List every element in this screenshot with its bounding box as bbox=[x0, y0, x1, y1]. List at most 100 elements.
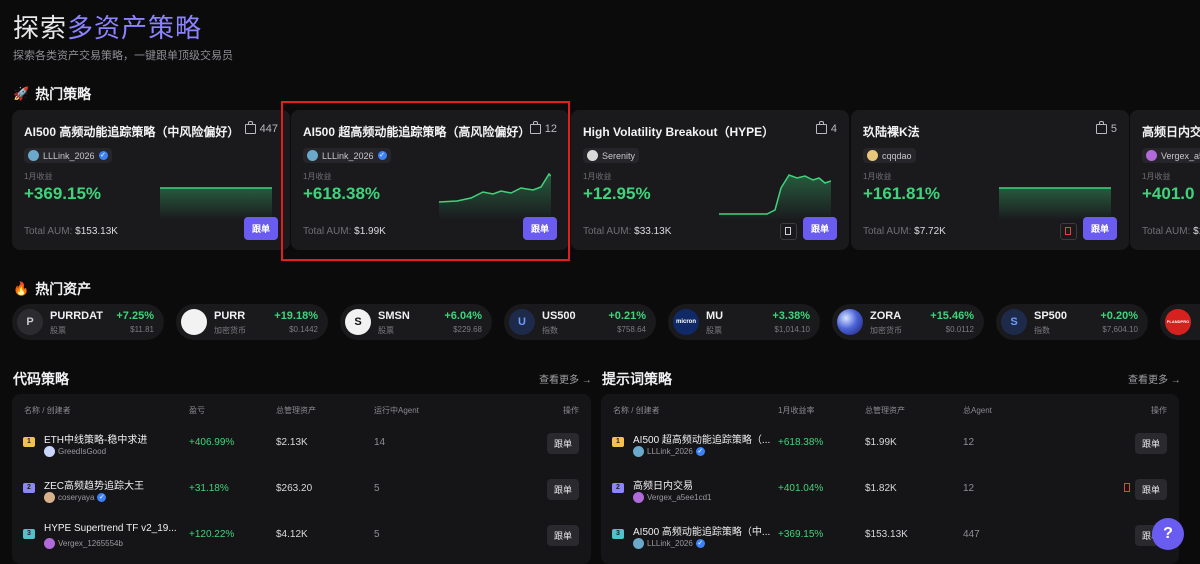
bag-icon bbox=[1095, 121, 1107, 134]
asset-type: 加密货币 bbox=[214, 326, 246, 335]
column-header[interactable]: 总管理资产 bbox=[276, 405, 316, 416]
creator-chip[interactable]: LLLink_2026 ✓ bbox=[24, 148, 112, 163]
follow-button[interactable]: 跟单 bbox=[546, 433, 579, 454]
strategy-card[interactable]: 玖陆裸K法 5 cqqdao 1月收益 +161.81% Total AUM: … bbox=[851, 110, 1129, 250]
aum-value: $4.12K bbox=[276, 529, 308, 540]
aum-label: Total AUM: bbox=[863, 226, 912, 237]
column-header[interactable]: 总管理资产 bbox=[865, 405, 905, 416]
agent-count: 5 bbox=[374, 529, 380, 540]
column-header[interactable]: 1月收益率 bbox=[778, 405, 814, 416]
asset-chip[interactable]: S SP500 指数 +0.20% $7,604.10 bbox=[996, 304, 1148, 340]
prompt-strategies-table: 名称 / 创建者 1月收益率 总管理资产 总Agent 操作 1 AI500 超… bbox=[601, 394, 1179, 564]
bookmark-button[interactable] bbox=[780, 223, 797, 240]
agent-count: 447 bbox=[963, 529, 980, 540]
strategy-card[interactable]: High Volatility Breakout（HYPE） 4 Serenit… bbox=[571, 110, 849, 250]
hot-strategies-heading: 🚀 热门策略 bbox=[13, 84, 91, 104]
follow-button[interactable]: 跟单 bbox=[546, 525, 579, 546]
follow-button[interactable]: 跟单 bbox=[1082, 217, 1117, 240]
page-subtitle: 探索各类资产交易策略，一键跟单顶级交易员 bbox=[13, 50, 233, 62]
asset-change: +0.20% bbox=[1100, 310, 1138, 322]
asset-type: 指数 bbox=[542, 326, 558, 335]
creator: coseryaya ✓ bbox=[44, 492, 107, 503]
table-row[interactable]: 3 HYPE Supertrend TF v2_19... Vergex_126… bbox=[12, 512, 591, 558]
column-header[interactable]: 盈亏 bbox=[189, 405, 205, 416]
follow-button[interactable]: 跟单 bbox=[1134, 433, 1167, 454]
agent-count: 14 bbox=[374, 437, 386, 448]
asset-logo: P bbox=[17, 309, 43, 335]
creator-name: GreedIsGood bbox=[58, 447, 107, 456]
table-row[interactable]: 2 高频日内交易 Vergex_a5ee1cd1 +401.04% $1.82K… bbox=[601, 466, 1179, 512]
agent-count: 12 bbox=[963, 483, 975, 494]
asset-symbol: SMSN bbox=[378, 310, 410, 322]
asset-chip[interactable]: P PURRDAT 股票 +7.25% $11.81 bbox=[12, 304, 164, 340]
column-header[interactable]: 名称 / 创建者 bbox=[24, 405, 71, 416]
strategy-card[interactable]: AI500 高频动能追踪策略（中风险偏好） 447 LLLink_2026 ✓ 1… bbox=[12, 110, 290, 250]
column-header[interactable]: 名称 / 创建者 bbox=[613, 405, 660, 416]
pnl-value: +31.18% bbox=[189, 483, 229, 494]
creator-name: LLLink_2026 bbox=[647, 539, 693, 548]
avatar bbox=[44, 492, 55, 503]
avatar bbox=[587, 150, 598, 161]
follow-button[interactable]: 跟单 bbox=[243, 217, 278, 240]
asset-type: 股票 bbox=[50, 326, 66, 335]
asset-change: +3.38% bbox=[772, 310, 810, 322]
table-row[interactable]: 1 AI500 超高频动能追踪策略（... LLLink_2026 ✓ +618.… bbox=[601, 420, 1179, 466]
asset-chip[interactable]: PLANDPRO bbox=[1160, 304, 1200, 340]
total-aum: Total AUM: $7.72K bbox=[863, 226, 946, 237]
follower-count-value: 5 bbox=[1110, 123, 1117, 135]
aum-value: $1 bbox=[1193, 226, 1200, 237]
asset-chip[interactable]: ZORA 加密货币 +15.46% $0.0112 bbox=[832, 304, 984, 340]
asset-logo: S bbox=[345, 309, 371, 335]
aum-value: $153.13K bbox=[75, 226, 118, 237]
view-more-link[interactable]: 查看更多 → bbox=[539, 371, 592, 386]
creator-name: Serenity bbox=[602, 150, 636, 161]
table-row[interactable]: 3 AI500 高频动能追踪策略（中... LLLink_2026 ✓ +369.… bbox=[601, 512, 1179, 558]
strategy-card[interactable]: 高频日内交易 Vergex_a5e 1月收益 +401.0 Total AUM:… bbox=[1130, 110, 1200, 250]
aum-label: Total AUM: bbox=[24, 226, 73, 237]
creator-chip[interactable]: Serenity bbox=[583, 148, 640, 163]
code-strategies-label: 代码策略 bbox=[13, 371, 69, 387]
asset-chip[interactable]: micron MU 股票 +3.38% $1,014.10 bbox=[668, 304, 820, 340]
asset-chip[interactable]: S SMSN 股票 +6.04% $229.68 bbox=[340, 304, 492, 340]
table-row[interactable]: 1 ETH中线策略-稳中求进 GreedIsGood +406.99% $2.1… bbox=[12, 420, 591, 466]
prompt-strategies-label: 提示词策略 bbox=[602, 371, 672, 387]
creator: Vergex_1265554b bbox=[44, 538, 123, 549]
avatar bbox=[633, 492, 644, 503]
asset-type: 加密货币 bbox=[870, 326, 902, 335]
column-header[interactable]: 运行中Agent bbox=[374, 405, 419, 416]
bag-icon bbox=[815, 121, 827, 134]
column-header[interactable]: 总Agent bbox=[963, 405, 992, 416]
follow-button[interactable]: 跟单 bbox=[546, 479, 579, 500]
strategy-title: AI500 高频动能追踪策略（中风险偏好） bbox=[24, 125, 240, 139]
total-aum: Total AUM: $153.13K bbox=[24, 226, 118, 237]
sparkline-chart bbox=[999, 187, 1111, 220]
asset-price: $1,014.10 bbox=[774, 325, 810, 334]
fire-icon: 🔥 bbox=[13, 281, 30, 296]
avatar bbox=[633, 446, 644, 457]
page-title: 探索多资产策略 bbox=[13, 8, 202, 45]
hot-assets-heading: 🔥 热门资产 bbox=[13, 279, 91, 299]
creator-chip[interactable]: cqqdao bbox=[863, 148, 916, 163]
aum-value: $1.82K bbox=[865, 483, 897, 494]
help-icon[interactable]: ? bbox=[1152, 518, 1184, 550]
asset-chip[interactable]: PURR 加密货币 +19.18% $0.1442 bbox=[176, 304, 328, 340]
asset-chip[interactable]: U US500 指数 +0.21% $758.64 bbox=[504, 304, 656, 340]
follow-button[interactable]: 跟单 bbox=[802, 217, 837, 240]
table-row[interactable]: 2 ZEC高频趋势追踪大王 coseryaya ✓ +31.18% $263.20… bbox=[12, 466, 591, 512]
pnl-value: +369.15% bbox=[778, 529, 824, 540]
view-more-link[interactable]: 查看更多 → bbox=[1128, 371, 1181, 386]
asset-logo: micron bbox=[673, 309, 699, 335]
follower-count-value: 447 bbox=[259, 123, 278, 135]
strategy-title: 玖陆裸K法 bbox=[863, 125, 920, 139]
creator-name: Vergex_a5ee1cd1 bbox=[647, 493, 712, 502]
creator-chip[interactable]: Vergex_a5e bbox=[1142, 148, 1200, 163]
bookmark-button[interactable] bbox=[1121, 482, 1133, 494]
bookmark-button[interactable] bbox=[1060, 223, 1077, 240]
return-value: +401.0 bbox=[1142, 184, 1195, 203]
asset-price: $11.81 bbox=[130, 325, 154, 334]
aum-value: $7.72K bbox=[914, 226, 946, 237]
asset-change: +19.18% bbox=[274, 310, 318, 322]
follow-button[interactable]: 跟单 bbox=[1134, 479, 1167, 500]
creator-name: Vergex_a5e bbox=[1161, 150, 1200, 161]
asset-price: $0.1442 bbox=[289, 325, 318, 334]
